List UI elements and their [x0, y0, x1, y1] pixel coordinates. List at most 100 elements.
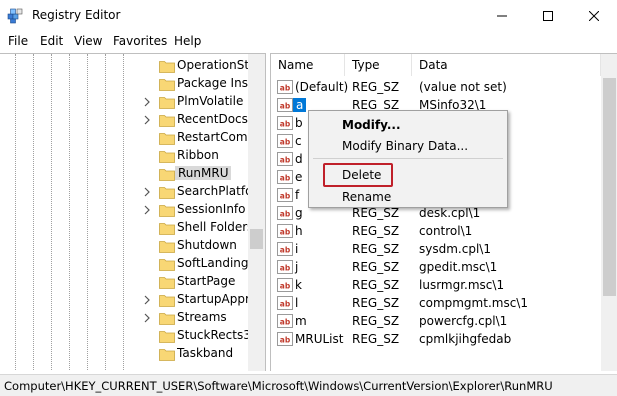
table-row[interactable]: ab l REG_SZ compmgmt.msc\1	[271, 294, 601, 312]
list-vertical-scrollbar[interactable]	[601, 54, 617, 371]
tree-item-label: OperationSta	[177, 58, 249, 72]
chevron-right-icon[interactable]	[143, 115, 151, 125]
string-value-icon: ab	[277, 242, 293, 256]
chevron-right-icon[interactable]	[143, 295, 151, 305]
value-name: b	[295, 116, 303, 130]
value-data: gpedit.msc\1	[419, 260, 498, 274]
tree-item[interactable]: SoftLanding	[0, 255, 249, 273]
value-name: MRUList	[295, 332, 344, 346]
chevron-right-icon[interactable]	[143, 313, 151, 323]
folder-icon	[159, 259, 175, 271]
svg-text:ab: ab	[280, 138, 291, 147]
value-name: e	[295, 170, 303, 184]
chevron-right-icon[interactable]	[143, 205, 151, 215]
tree-item-label: Streams	[177, 310, 227, 324]
string-value-icon: ab	[277, 260, 293, 274]
menu-view[interactable]: View	[74, 34, 102, 48]
table-row[interactable]: ab (Default) REG_SZ (value not set)	[271, 78, 601, 96]
column-header-name[interactable]: Name	[271, 54, 345, 76]
minimize-icon	[497, 15, 507, 17]
value-data: lusrmgr.msc\1	[419, 278, 505, 292]
string-value-icon: ab	[277, 80, 293, 94]
tree-item[interactable]: Shell Folders	[0, 219, 249, 237]
tree-item-label: Package Insta	[177, 76, 249, 90]
string-value-icon: ab	[277, 152, 293, 166]
value-name: (Default)	[295, 80, 349, 94]
string-value-icon: ab	[277, 188, 293, 202]
minimize-button[interactable]	[479, 0, 525, 32]
context-menu-modify[interactable]: Modify...	[342, 118, 401, 132]
tree-item[interactable]: PlmVolatile	[0, 93, 248, 111]
svg-text:ab: ab	[280, 156, 291, 165]
tree-item[interactable]: Package Insta	[0, 75, 249, 93]
tree-item-label: SessionInfo	[177, 202, 246, 216]
value-name: d	[295, 152, 303, 166]
tree-vertical-scrollbar[interactable]	[248, 54, 265, 371]
context-menu-rename[interactable]: Rename	[342, 190, 391, 204]
string-value-icon: ab	[277, 332, 293, 346]
tree-item[interactable]: SessionInfo	[0, 201, 248, 219]
maximize-button[interactable]	[525, 0, 571, 32]
svg-text:ab: ab	[280, 192, 291, 201]
chevron-right-icon[interactable]	[143, 187, 151, 197]
context-menu-delete[interactable]: Delete	[342, 168, 381, 182]
registry-editor-icon	[7, 8, 23, 24]
chevron-right-icon[interactable]	[143, 97, 151, 107]
value-data: control\1	[419, 224, 473, 238]
values-list-pane[interactable]: Name Type Data ab (Default) REG_SZ (value n…	[270, 53, 617, 371]
tree-item[interactable]: Ribbon	[0, 147, 248, 165]
value-type: REG_SZ	[352, 224, 400, 238]
tree-item[interactable]: Streams	[0, 309, 248, 327]
tree-item[interactable]: OperationSta	[0, 57, 249, 75]
column-header-data[interactable]: Data	[412, 54, 601, 76]
menu-help[interactable]: Help	[174, 34, 201, 48]
table-row[interactable]: ab MRUList REG_SZ cpmlkjihgfedab	[271, 330, 601, 348]
tree-item-label: Shutdown	[177, 238, 237, 252]
tree-item-label: SearchPlatfor	[177, 184, 249, 198]
folder-icon	[159, 205, 175, 217]
folder-icon	[159, 79, 175, 91]
tree-item-label: Taskband	[177, 346, 234, 360]
tree-item-label: RunMRU	[175, 166, 232, 180]
menu-bar: File Edit View Favorites Help	[0, 32, 617, 52]
key-tree-pane[interactable]: OperationSta Package Insta PlmVolatile Rece…	[0, 53, 266, 371]
table-row[interactable]: ab m REG_SZ powercfg.cpl\1	[271, 312, 601, 330]
value-name: l	[295, 296, 299, 310]
svg-text:ab: ab	[280, 120, 291, 129]
context-menu-modify-binary[interactable]: Modify Binary Data...	[342, 139, 468, 153]
folder-icon	[159, 331, 175, 343]
menu-file[interactable]: File	[8, 34, 28, 48]
tree-item[interactable]: Taskband	[0, 345, 248, 363]
value-type: REG_SZ	[352, 242, 400, 256]
string-value-icon: ab	[277, 98, 293, 112]
tree-item[interactable]: StuckRects3	[0, 327, 249, 345]
table-row[interactable]: ab j REG_SZ gpedit.msc\1	[271, 258, 601, 276]
tree-item[interactable]: Shutdown	[0, 237, 248, 255]
list-scroll-thumb[interactable]	[603, 78, 616, 296]
svg-text:ab: ab	[280, 210, 291, 219]
value-type: REG_SZ	[352, 296, 400, 310]
tree-item[interactable]: RestartComm	[0, 129, 249, 147]
tree-item[interactable]: StartupAppro	[0, 291, 249, 309]
value-name: c	[295, 134, 302, 148]
table-row[interactable]: ab i REG_SZ sysdm.cpl\1	[271, 240, 601, 258]
menu-favorites[interactable]: Favorites	[113, 34, 167, 48]
column-header-type[interactable]: Type	[345, 54, 412, 76]
tree-item[interactable]: RunMRU	[0, 165, 248, 183]
close-button[interactable]	[571, 0, 617, 32]
tree-item[interactable]: RecentDocs	[0, 111, 248, 129]
menu-edit[interactable]: Edit	[40, 34, 63, 48]
tree-item[interactable]: SearchPlatfor	[0, 183, 249, 201]
table-row[interactable]: ab h REG_SZ control\1	[271, 222, 601, 240]
string-value-icon: ab	[277, 134, 293, 148]
table-row[interactable]: ab k REG_SZ lusrmgr.msc\1	[271, 276, 601, 294]
value-data: powercfg.cpl\1	[419, 314, 508, 328]
tree-scroll-thumb[interactable]	[250, 229, 263, 249]
svg-text:ab: ab	[280, 318, 291, 327]
window-title: Registry Editor	[32, 8, 121, 22]
svg-text:ab: ab	[280, 174, 291, 183]
value-name: a	[293, 98, 307, 112]
string-value-icon: ab	[277, 116, 293, 130]
value-type: REG_SZ	[352, 314, 400, 328]
tree-item[interactable]: StartPage	[0, 273, 248, 291]
